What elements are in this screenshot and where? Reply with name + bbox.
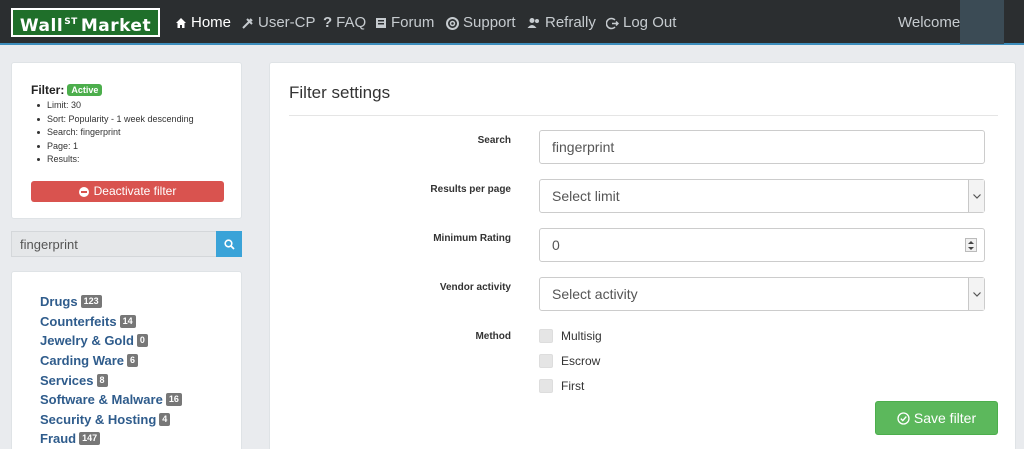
search-button[interactable] xyxy=(216,231,242,257)
results-per-page-select[interactable]: Select limit xyxy=(539,179,985,213)
chevron-down-icon xyxy=(968,180,984,212)
category-count: 123 xyxy=(80,295,102,309)
question-icon: ? xyxy=(323,14,333,31)
results-per-page-label: Results per page xyxy=(430,184,511,195)
category-item-software-malware[interactable]: Software & Malware 16 xyxy=(40,390,182,410)
category-item-services[interactable]: Services 8 xyxy=(40,370,182,390)
search-input[interactable] xyxy=(11,231,216,257)
deactivate-filter-button[interactable]: Deactivate filter xyxy=(31,181,224,202)
checkbox[interactable] xyxy=(539,354,553,368)
category-count: 147 xyxy=(79,432,101,446)
search-icon xyxy=(223,238,235,250)
vendor-activity-select[interactable]: Select activity xyxy=(539,277,985,311)
category-list: Drugs 123 Counterfeits 14 Jewelry & Gold 0 … xyxy=(40,292,182,449)
status-badge: Active xyxy=(67,84,103,96)
filter-summary-item: Results: xyxy=(35,153,194,167)
filter-settings-panel: Filter settings Search Results per page … xyxy=(269,62,1016,449)
filter-search-input[interactable] xyxy=(539,130,985,164)
filter-summary-item: Search: fingerprint xyxy=(35,126,194,140)
category-item-fraud[interactable]: Fraud 147 xyxy=(40,429,182,449)
category-count: 14 xyxy=(119,314,136,328)
chevron-down-icon xyxy=(968,278,984,310)
filter-summary-item: Page: 1 xyxy=(35,140,194,154)
site-logo[interactable]: WallST Market xyxy=(11,8,160,37)
method-label: Method xyxy=(475,331,511,342)
method-checkbox-multisig[interactable]: Multisig xyxy=(539,328,602,344)
number-spinner[interactable] xyxy=(965,238,977,252)
nav-logout[interactable]: Log Out xyxy=(606,13,676,33)
nav-home[interactable]: Home xyxy=(175,13,231,33)
category-item-carding-ware[interactable]: Carding Ware 6 xyxy=(40,351,182,371)
forum-icon xyxy=(376,18,386,28)
category-item-security-hosting[interactable]: Security & Hosting 4 xyxy=(40,410,182,430)
welcome-text: Welcome, xyxy=(898,14,965,31)
tools-icon xyxy=(242,17,253,29)
category-item-jewelry-gold[interactable]: Jewelry & Gold 0 xyxy=(40,331,182,351)
method-checkbox-first[interactable]: First xyxy=(539,378,584,394)
home-icon xyxy=(176,18,186,28)
vendor-activity-label: Vendor activity xyxy=(439,282,511,293)
logout-icon xyxy=(606,17,619,29)
method-checkbox-escrow[interactable]: Escrow xyxy=(539,353,600,369)
lifebuoy-icon xyxy=(446,16,459,30)
filter-title: Filter: Active xyxy=(31,83,103,97)
category-count: 4 xyxy=(159,412,171,426)
category-count: 8 xyxy=(96,373,108,387)
nav-refrally[interactable]: Refrally xyxy=(527,13,596,33)
category-count: 0 xyxy=(136,334,148,348)
checkbox[interactable] xyxy=(539,379,553,393)
save-filter-button[interactable]: Save filter xyxy=(875,401,998,435)
check-circle-icon xyxy=(897,411,910,425)
nav-faq[interactable]: ? FAQ xyxy=(323,13,366,33)
nav-support[interactable]: Support xyxy=(446,13,516,33)
category-count: 16 xyxy=(165,393,182,407)
checkbox[interactable] xyxy=(539,329,553,343)
minimum-rating-label: Minimum Rating xyxy=(433,233,511,244)
category-item-drugs[interactable]: Drugs 123 xyxy=(40,292,182,312)
nav-forum[interactable]: Forum xyxy=(375,13,434,33)
minimum-rating-input[interactable]: 0 xyxy=(539,228,985,262)
divider xyxy=(289,115,998,116)
category-panel: Drugs 123 Counterfeits 14 Jewelry & Gold 0 … xyxy=(11,271,242,449)
navbar: WallST Market Home User-CP ? FAQ Forum Su… xyxy=(0,0,1024,45)
page-title: Filter settings xyxy=(289,83,391,102)
filter-summary-item: Limit: 30 xyxy=(35,99,194,113)
category-item-counterfeits[interactable]: Counterfeits 14 xyxy=(40,312,182,332)
filter-summary-item: Sort: Popularity - 1 week descending xyxy=(35,113,194,127)
search-label: Search xyxy=(477,135,511,146)
minus-circle-icon xyxy=(78,186,89,197)
filter-panel: Filter: Active Limit: 30 Sort: Popularity… xyxy=(11,62,242,219)
users-icon xyxy=(527,18,539,28)
user-avatar[interactable] xyxy=(960,0,1004,44)
category-count: 6 xyxy=(127,354,139,368)
nav-user-cp[interactable]: User-CP xyxy=(241,13,316,33)
filter-summary-list: Limit: 30 Sort: Popularity - 1 week desc… xyxy=(35,99,194,167)
